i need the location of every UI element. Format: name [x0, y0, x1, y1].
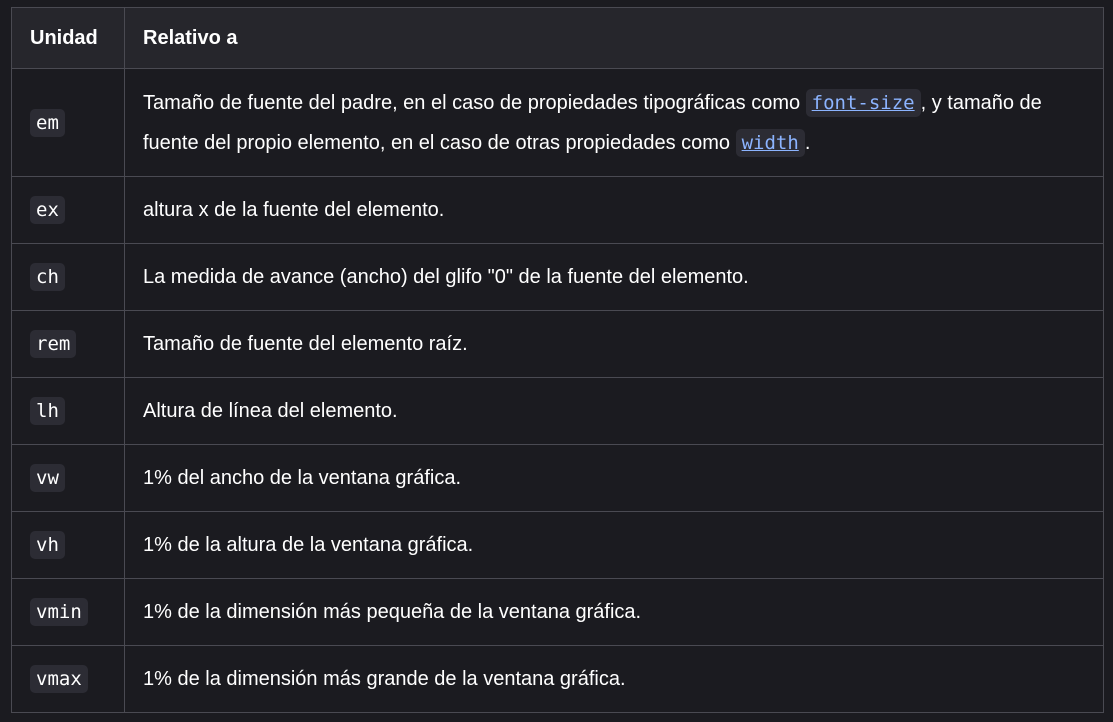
description-cell: 1% de la altura de la ventana gráfica. — [124, 511, 1104, 579]
description-cell: Tamaño de fuente del elemento raíz. — [124, 310, 1104, 378]
table-header-row: Unidad Relativo a — [11, 7, 1104, 69]
header-relativo-a: Relativo a — [124, 7, 1104, 69]
unit-cell: ch — [11, 243, 125, 311]
unit-cell: vh — [11, 511, 125, 579]
table-row: em Tamaño de fuente del padre, en el cas… — [11, 68, 1104, 177]
description-cell: 1% del ancho de la ventana gráfica. — [124, 444, 1104, 512]
unit-cell: ex — [11, 176, 125, 244]
description-cell: altura x de la fuente del elemento. — [124, 176, 1104, 244]
unit-code: vmax — [30, 665, 88, 693]
description-cell: 1% de la dimensión más grande de la vent… — [124, 645, 1104, 713]
unit-code: lh — [30, 397, 65, 425]
table-row: vw 1% del ancho de la ventana gráfica. — [11, 444, 1104, 512]
unit-cell: em — [11, 68, 125, 177]
table-row: lh Altura de línea del elemento. — [11, 377, 1104, 445]
table-row: ch La medida de avance (ancho) del glifo… — [11, 243, 1104, 311]
description-text: . — [804, 131, 811, 154]
unit-cell: rem — [11, 310, 125, 378]
unit-cell: vmin — [11, 578, 125, 646]
description-cell: Altura de línea del elemento. — [124, 377, 1104, 445]
unit-code: vh — [30, 531, 65, 559]
table-row: vmax 1% de la dimensión más grande de la… — [11, 645, 1104, 713]
width-link[interactable]: width — [735, 128, 805, 157]
unit-cell: vmax — [11, 645, 125, 713]
table-row: vh 1% de la altura de la ventana gráfica… — [11, 511, 1104, 579]
units-table: Unidad Relativo a em Tamaño de fuente de… — [11, 7, 1104, 713]
description-cell: La medida de avance (ancho) del glifo "0… — [124, 243, 1104, 311]
unit-cell: vw — [11, 444, 125, 512]
units-table-container: Unidad Relativo a em Tamaño de fuente de… — [11, 7, 1104, 713]
table-row: rem Tamaño de fuente del elemento raíz. — [11, 310, 1104, 378]
unit-code: em — [30, 108, 65, 137]
table-row: ex altura x de la fuente del elemento. — [11, 176, 1104, 244]
font-size-link[interactable]: font-size — [805, 88, 921, 117]
unit-code: ex — [30, 196, 65, 224]
description-text: Tamaño de fuente del padre, en el caso d… — [143, 91, 806, 114]
description-cell: 1% de la dimensión más pequeña de la ven… — [124, 578, 1104, 646]
description-cell: Tamaño de fuente del padre, en el caso d… — [124, 68, 1104, 177]
unit-cell: lh — [11, 377, 125, 445]
table-row: vmin 1% de la dimensión más pequeña de l… — [11, 578, 1104, 646]
unit-code: vmin — [30, 598, 88, 626]
header-unidad: Unidad — [11, 7, 125, 69]
unit-code: ch — [30, 263, 65, 291]
unit-code: rem — [30, 330, 77, 358]
unit-code: vw — [30, 464, 65, 492]
